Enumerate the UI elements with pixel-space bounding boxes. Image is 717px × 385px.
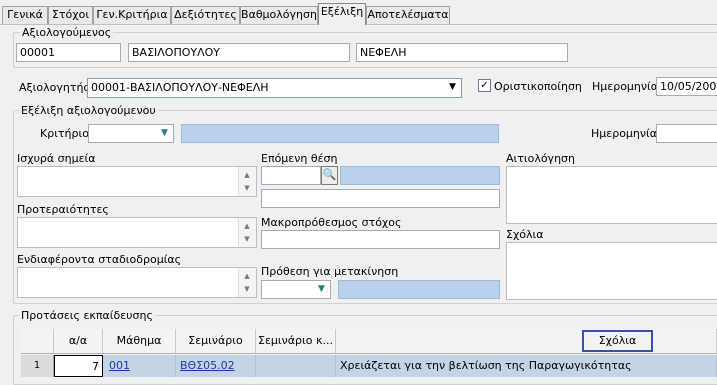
chevron-down-icon[interactable]: ▼ — [156, 125, 173, 142]
career-interests-textarea[interactable]: ▲ ▼ — [17, 267, 257, 298]
evaluatee-name-field[interactable]: ΝΕΦΕΛΗ — [356, 43, 568, 62]
cell-comments[interactable]: Χρειάζεται για την βελτίωση της Παραγωγι… — [336, 355, 717, 377]
column-header-aa[interactable]: α/α — [54, 329, 103, 354]
search-icon[interactable]: 🔍 — [321, 166, 338, 185]
relocation-label: Πρόθεση για μετακίνηση — [261, 265, 399, 278]
justification-textarea[interactable] — [506, 166, 717, 224]
chevron-down-icon[interactable]: ▼ — [444, 79, 461, 97]
priorities-textarea[interactable]: ▲ ▼ — [17, 217, 257, 248]
progress-date-field[interactable] — [656, 124, 717, 143]
long-term-goal-field[interactable] — [261, 230, 500, 249]
relocation-select[interactable]: ▼ — [261, 280, 331, 299]
criterion-select[interactable]: ▼ — [88, 124, 174, 143]
tab-results[interactable]: Αποτελέσματα — [366, 6, 450, 24]
career-interests-label: Ενδιαφέροντα σταδιοδρομίας — [17, 253, 182, 266]
cell-course[interactable]: 001 — [103, 355, 176, 377]
tab-bar: Γενικά Στόχοι Γεν.Κριτήρια Δεξιότητες Βα… — [0, 0, 717, 25]
column-header-comments[interactable]: Σχόλια — [582, 330, 653, 352]
tab-grading[interactable]: Βαθμολόγηση — [240, 6, 318, 24]
priorities-label: Προτεραιότητες — [17, 203, 109, 216]
cell-seminar[interactable]: ΒΘΣ05.02 — [176, 355, 256, 377]
final-label: Οριστικοποίηση — [494, 80, 582, 93]
column-header-course[interactable]: Μάθημα — [103, 329, 176, 354]
comments-textarea[interactable] — [506, 242, 717, 300]
column-header-seminar-k[interactable]: Σεμινάριο κ... — [256, 329, 336, 354]
row-number: 1 — [21, 355, 54, 377]
next-position-description-field[interactable] — [340, 166, 500, 185]
evaluator-date-field[interactable]: 10/05/2009 — [656, 77, 717, 96]
next-position-label: Επόμενη θέση — [261, 152, 338, 165]
scroll-up-icon[interactable]: ▲ — [239, 219, 255, 233]
scrollbar[interactable]: ▲ ▼ — [238, 167, 256, 196]
column-header-comments-area: Σχόλια — [336, 329, 717, 354]
tab-progress[interactable]: Εξέλιξη — [318, 3, 366, 25]
tab-general[interactable]: Γενικά — [2, 6, 48, 24]
evaluator-select-value: 00001-ΒΑΣΙΛΟΠΟΥΛΟΥ-ΝΕΦΕΛΗ — [91, 81, 269, 94]
scrollbar[interactable]: ▲ ▼ — [238, 218, 256, 247]
final-checkbox[interactable]: ✓ — [478, 79, 491, 92]
evaluator-date-label: Ημερομηνία — [592, 80, 659, 93]
grid-corner — [21, 329, 54, 354]
criterion-label: Κριτήριο — [40, 127, 89, 140]
column-header-seminar[interactable]: Σεμινάριο — [176, 329, 256, 354]
cell-seminar-k[interactable] — [256, 355, 336, 377]
scrollbar[interactable]: ▲ ▼ — [238, 268, 256, 297]
next-position-extra-field[interactable] — [261, 189, 500, 208]
tab-goals[interactable]: Στόχοι — [48, 6, 93, 24]
tab-skills[interactable]: Δεξιότητες — [171, 6, 240, 24]
progress-date-label: Ημερομηνία — [591, 127, 658, 140]
relocation-description-field[interactable] — [338, 280, 500, 299]
scroll-down-icon[interactable]: ▼ — [239, 232, 255, 246]
next-position-code-field[interactable] — [261, 166, 321, 185]
justification-label: Αιτιολόγηση — [506, 152, 575, 165]
chevron-down-icon[interactable]: ▼ — [313, 281, 330, 298]
progress-title: Εξέλιξη αξιολογούμενου — [19, 104, 158, 117]
training-title: Προτάσεις εκπαίδευσης — [19, 309, 155, 322]
criterion-description-field[interactable] — [181, 124, 499, 143]
scroll-down-icon[interactable]: ▼ — [239, 181, 255, 195]
evaluatee-title: Αξιολογούμενος — [20, 26, 114, 39]
evaluatee-code-field[interactable]: 00001 — [16, 43, 121, 62]
evaluatee-surname-field[interactable]: ΒΑΣΙΛΟΠΟΥΛΟΥ — [128, 43, 350, 62]
cell-aa[interactable]: 7 — [54, 355, 103, 377]
scroll-up-icon[interactable]: ▲ — [239, 168, 255, 182]
scroll-up-icon[interactable]: ▲ — [239, 269, 255, 283]
long-term-goal-label: Μακροπρόθεσμος στόχος — [261, 216, 402, 229]
strengths-textarea[interactable]: ▲ ▼ — [17, 166, 257, 197]
evaluator-label: Αξιολογητής — [19, 81, 90, 94]
strengths-label: Ισχυρά σημεία — [17, 152, 96, 165]
comments-label: Σχόλια — [506, 228, 544, 241]
tab-general-criteria[interactable]: Γεν.Κριτήρια — [93, 6, 171, 24]
scroll-down-icon[interactable]: ▼ — [239, 282, 255, 296]
evaluator-select[interactable]: 00001-ΒΑΣΙΛΟΠΟΥΛΟΥ-ΝΕΦΕΛΗ ▼ — [87, 78, 462, 98]
